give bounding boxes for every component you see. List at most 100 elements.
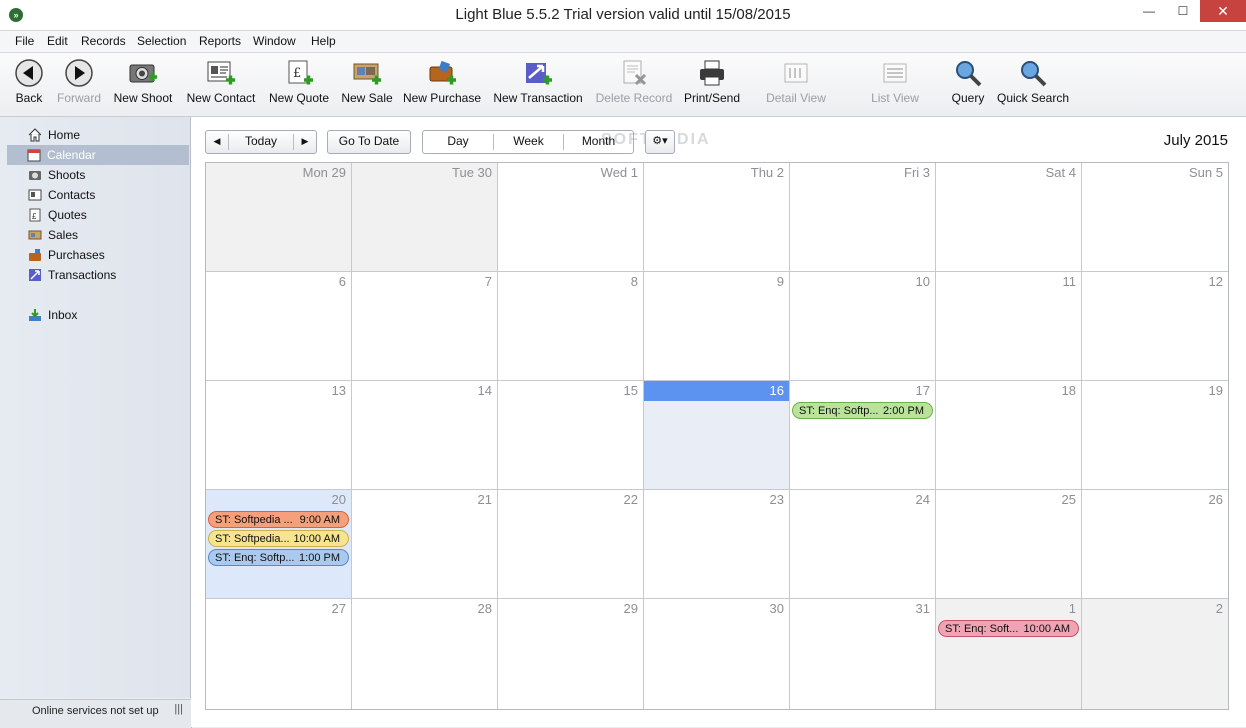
new-shoot-button[interactable]: New Shoot <box>110 53 176 116</box>
detail-view-icon <box>784 63 808 83</box>
day-cell[interactable]: 17 <box>790 381 936 490</box>
detail-view-button[interactable]: Detail View <box>763 53 829 116</box>
day-cell[interactable]: 30 <box>644 599 790 709</box>
calendar-event[interactable]: ST: Softpedia... 10:00 AM <box>208 530 349 547</box>
query-label: Query <box>951 91 985 105</box>
sidebar-item-contacts[interactable]: Contacts <box>8 185 190 205</box>
day-number: 2 <box>1215 601 1223 616</box>
day-cell[interactable]: 2 <box>1082 599 1228 709</box>
sidebar-item-label: Quotes <box>48 208 87 222</box>
back-arrow-icon <box>15 59 43 87</box>
day-cell[interactable]: 21 <box>352 490 498 599</box>
sidebar-item-sales[interactable]: Sales <box>8 225 190 245</box>
sidebar-item-calendar[interactable]: Calendar <box>7 145 189 165</box>
day-cell[interactable]: Mon 29 <box>206 163 352 272</box>
new-sale-label: New Sale <box>341 91 393 105</box>
menu-reports[interactable]: Reports <box>199 34 241 48</box>
calendar-panel: ◀ Today ▶ Go To Date SOFTPEDIA Day Week … <box>191 117 1246 727</box>
month-view-button[interactable]: Month <box>564 131 633 153</box>
day-cell[interactable]: 28 <box>352 599 498 709</box>
menu-selection[interactable]: Selection <box>137 34 186 48</box>
day-view-button[interactable]: Day <box>423 131 493 153</box>
go-to-date-button[interactable]: Go To Date <box>327 130 411 154</box>
day-cell[interactable]: 31 <box>790 599 936 709</box>
print-send-button[interactable]: Print/Send <box>680 53 744 116</box>
menu-window[interactable]: Window <box>253 34 296 48</box>
resize-grip[interactable]: ||| <box>174 703 183 715</box>
maximize-button[interactable]: ☐ <box>1166 0 1200 22</box>
day-cell[interactable]: 10 <box>790 272 936 381</box>
settings-gear-button[interactable]: ⚙▾ <box>645 130 675 154</box>
close-button[interactable]: ✕ <box>1200 0 1246 22</box>
menu-records[interactable]: Records <box>81 34 126 48</box>
new-quote-button[interactable]: £ New Quote <box>265 53 333 116</box>
event-time: 2:00 PM <box>883 405 924 417</box>
day-cell[interactable]: 25 <box>936 490 1082 599</box>
day-cell[interactable]: Sun 5 <box>1082 163 1228 272</box>
toolbar: Back Forward New Shoot New Contact £ New… <box>0 53 1246 117</box>
day-cell[interactable]: 24 <box>790 490 936 599</box>
view-mode-group: Day Week Month <box>422 130 634 154</box>
sidebar-item-purchases[interactable]: Purchases <box>8 245 190 265</box>
new-contact-button[interactable]: New Contact <box>182 53 260 116</box>
day-cell[interactable]: 26 <box>1082 490 1228 599</box>
new-sale-button[interactable]: New Sale <box>338 53 396 116</box>
day-cell[interactable]: 11 <box>936 272 1082 381</box>
menu-edit[interactable]: Edit <box>47 34 68 48</box>
query-button[interactable]: Query <box>946 53 990 116</box>
magnifier-icon <box>956 61 982 87</box>
day-cell[interactable]: 19 <box>1082 381 1228 490</box>
sidebar-item-label: Transactions <box>48 268 117 282</box>
day-cell[interactable]: 8 <box>498 272 644 381</box>
menu-file[interactable]: File <box>15 34 34 48</box>
sidebar-item-inbox[interactable]: Inbox <box>8 305 190 325</box>
day-cell[interactable]: 1 <box>936 599 1082 709</box>
back-button[interactable]: Back <box>8 53 50 116</box>
sidebar-item-shoots[interactable]: Shoots <box>8 165 190 185</box>
day-cell[interactable]: 13 <box>206 381 352 490</box>
day-cell[interactable]: 22 <box>498 490 644 599</box>
day-cell[interactable]: Sat 4 <box>936 163 1082 272</box>
day-number: Tue 30 <box>452 165 492 180</box>
sidebar-item-home[interactable]: Home <box>8 125 190 145</box>
event-time: 1:00 PM <box>299 552 340 564</box>
day-cell[interactable]: Tue 30 <box>352 163 498 272</box>
today-button[interactable]: Today <box>229 131 293 153</box>
day-cell[interactable]: 6 <box>206 272 352 381</box>
sidebar-item-transactions[interactable]: Transactions <box>8 265 190 285</box>
day-cell[interactable]: 27 <box>206 599 352 709</box>
day-cell[interactable]: 16 <box>644 381 790 490</box>
next-button[interactable]: ▶ <box>294 131 316 153</box>
calendar-event[interactable]: ST: Softpedia ... 9:00 AM <box>208 511 349 528</box>
day-cell[interactable]: 12 <box>1082 272 1228 381</box>
day-cell[interactable]: 14 <box>352 381 498 490</box>
day-cell[interactable]: 7 <box>352 272 498 381</box>
day-number: 7 <box>484 274 492 289</box>
calendar-event[interactable]: ST: Enq: Softp... 1:00 PM <box>208 549 349 566</box>
day-cell[interactable]: 15 <box>498 381 644 490</box>
prev-button[interactable]: ◀ <box>206 131 228 153</box>
day-cell[interactable]: Fri 3 <box>790 163 936 272</box>
online-status-text: Online services not set up <box>32 705 159 717</box>
day-cell[interactable]: Wed 1 <box>498 163 644 272</box>
day-number: 14 <box>477 383 492 398</box>
day-cell[interactable]: 23 <box>644 490 790 599</box>
new-purchase-button[interactable]: New Purchase <box>401 53 483 116</box>
day-cell[interactable]: 29 <box>498 599 644 709</box>
menu-help[interactable]: Help <box>311 34 336 48</box>
day-number: 27 <box>331 601 346 616</box>
forward-button[interactable]: Forward <box>52 53 106 116</box>
quick-search-button[interactable]: Quick Search <box>996 53 1070 116</box>
calendar-event[interactable]: ST: Enq: Soft... 10:00 AM <box>938 620 1079 637</box>
new-transaction-button[interactable]: New Transaction <box>489 53 587 116</box>
calendar-event[interactable]: ST: Enq: Softp... 2:00 PM <box>792 402 933 419</box>
delete-record-button[interactable]: Delete Record <box>593 53 675 116</box>
list-view-button[interactable]: List View <box>866 53 924 116</box>
day-cell[interactable]: 9 <box>644 272 790 381</box>
sidebar-item-quotes[interactable]: £ Quotes <box>8 205 190 225</box>
camera-add-icon <box>129 64 157 83</box>
week-view-button[interactable]: Week <box>494 131 563 153</box>
minimize-button[interactable]: — <box>1132 0 1166 22</box>
day-cell[interactable]: Thu 2 <box>644 163 790 272</box>
day-cell[interactable]: 18 <box>936 381 1082 490</box>
